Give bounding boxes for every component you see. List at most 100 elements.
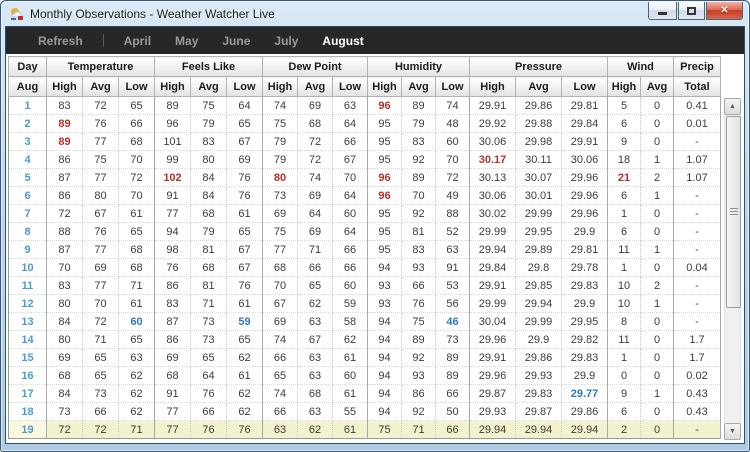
value-cell: 65 xyxy=(83,349,119,367)
window-title: Monthly Observations - Weather Watcher L… xyxy=(30,7,648,21)
value-cell: 95 xyxy=(368,133,402,151)
value-cell: 29.99 xyxy=(470,295,516,313)
value-cell: 77 xyxy=(263,241,298,259)
day-cell[interactable]: 2 xyxy=(9,115,47,133)
value-cell: 91 xyxy=(155,187,191,205)
value-cell: 95 xyxy=(368,205,402,223)
table-row: 1784736291766274686194866629.8729.8329.7… xyxy=(9,385,721,403)
value-cell: 0.43 xyxy=(674,385,721,403)
day-cell[interactable]: 19 xyxy=(9,421,47,439)
value-cell: 62 xyxy=(298,421,333,439)
day-cell[interactable]: 15 xyxy=(9,349,47,367)
day-cell[interactable]: 14 xyxy=(9,331,47,349)
month-tab-april[interactable]: April xyxy=(124,34,151,48)
day-cell[interactable]: 3 xyxy=(9,133,47,151)
value-cell: 63 xyxy=(298,349,333,367)
scrollbar-thumb[interactable] xyxy=(726,116,741,308)
column-header-high: High xyxy=(263,77,298,97)
value-cell: 81 xyxy=(402,223,436,241)
month-tab-july[interactable]: July xyxy=(274,34,298,48)
day-cell[interactable]: 1 xyxy=(9,97,47,115)
value-cell: 93 xyxy=(402,259,436,277)
value-cell: 89 xyxy=(402,97,436,115)
day-cell[interactable]: 11 xyxy=(9,277,47,295)
day-cell[interactable]: 10 xyxy=(9,259,47,277)
value-cell: 29.86 xyxy=(562,403,608,421)
value-cell: 29.95 xyxy=(516,223,562,241)
table-row: 1668656268646165636094938929.9629.9329.9… xyxy=(9,367,721,385)
value-cell: 79 xyxy=(263,133,298,151)
value-cell: 29.86 xyxy=(516,349,562,367)
value-cell: 86 xyxy=(402,385,436,403)
value-cell: 66 xyxy=(333,241,368,259)
value-cell: 96 xyxy=(368,187,402,205)
value-cell: 72 xyxy=(119,169,155,187)
value-cell: 67 xyxy=(83,205,119,223)
refresh-button[interactable]: Refresh xyxy=(38,34,83,48)
vertical-scrollbar[interactable]: ▲ ▼ xyxy=(724,56,741,440)
scrollbar-track[interactable] xyxy=(724,115,741,423)
column-header-total: Total xyxy=(674,77,721,97)
scroll-down-button[interactable]: ▼ xyxy=(724,423,741,440)
value-cell: 61 xyxy=(333,385,368,403)
close-button[interactable]: ✕ xyxy=(706,2,743,20)
value-cell: 91 xyxy=(436,259,470,277)
value-cell: 74 xyxy=(263,97,298,115)
month-tab-june[interactable]: June xyxy=(222,34,250,48)
month-tab-may[interactable]: May xyxy=(175,34,198,48)
value-cell: 1.7 xyxy=(674,331,721,349)
value-cell: 0 xyxy=(641,115,674,133)
group-header-pressure: Pressure xyxy=(470,57,608,77)
scroll-up-button[interactable]: ▲ xyxy=(724,98,741,115)
day-cell[interactable]: 7 xyxy=(9,205,47,223)
column-header-low: Low xyxy=(227,77,263,97)
value-cell: 68 xyxy=(298,385,333,403)
day-cell[interactable]: 6 xyxy=(9,187,47,205)
minimize-button[interactable] xyxy=(648,2,677,20)
value-cell: 84 xyxy=(47,313,83,331)
day-cell[interactable]: 5 xyxy=(9,169,47,187)
group-header-humidity: Humidity xyxy=(368,57,470,77)
day-cell[interactable]: 9 xyxy=(9,241,47,259)
value-cell: 80 xyxy=(191,151,227,169)
value-cell: 69 xyxy=(227,151,263,169)
day-cell[interactable]: 17 xyxy=(9,385,47,403)
value-cell: 65 xyxy=(119,331,155,349)
value-cell: 29.99 xyxy=(470,223,516,241)
value-cell: 10 xyxy=(608,277,641,295)
value-cell: 66 xyxy=(263,349,298,367)
value-cell: 1 xyxy=(641,385,674,403)
value-cell: 0 xyxy=(641,97,674,115)
value-cell: 0 xyxy=(641,421,674,439)
value-cell: 61 xyxy=(227,367,263,385)
day-cell[interactable]: 18 xyxy=(9,403,47,421)
value-cell: 67 xyxy=(227,259,263,277)
value-cell: 53 xyxy=(436,277,470,295)
value-cell: 63 xyxy=(298,403,333,421)
value-cell: 87 xyxy=(155,313,191,331)
value-cell: 29.84 xyxy=(470,259,516,277)
day-cell[interactable]: 8 xyxy=(9,223,47,241)
column-header-high: High xyxy=(368,77,402,97)
value-cell: 81 xyxy=(191,277,227,295)
value-cell: 62 xyxy=(119,367,155,385)
day-cell[interactable]: 13 xyxy=(9,313,47,331)
day-cell[interactable]: 12 xyxy=(9,295,47,313)
value-cell: 5 xyxy=(608,97,641,115)
day-cell[interactable]: 4 xyxy=(9,151,47,169)
value-cell: 94 xyxy=(368,349,402,367)
value-cell: 96 xyxy=(368,169,402,187)
value-cell: 59 xyxy=(227,313,263,331)
value-cell: 49 xyxy=(436,187,470,205)
value-cell: 76 xyxy=(191,421,227,439)
column-header-aug: Aug xyxy=(9,77,47,97)
value-cell: 75 xyxy=(263,223,298,241)
value-cell: 29.99 xyxy=(516,205,562,223)
maximize-button[interactable] xyxy=(678,2,705,20)
value-cell: 76 xyxy=(227,169,263,187)
value-cell: 29.9 xyxy=(562,223,608,241)
day-cell[interactable]: 16 xyxy=(9,367,47,385)
value-cell: 55 xyxy=(333,403,368,421)
value-cell: 69 xyxy=(83,259,119,277)
month-tab-august[interactable]: August xyxy=(322,34,363,48)
